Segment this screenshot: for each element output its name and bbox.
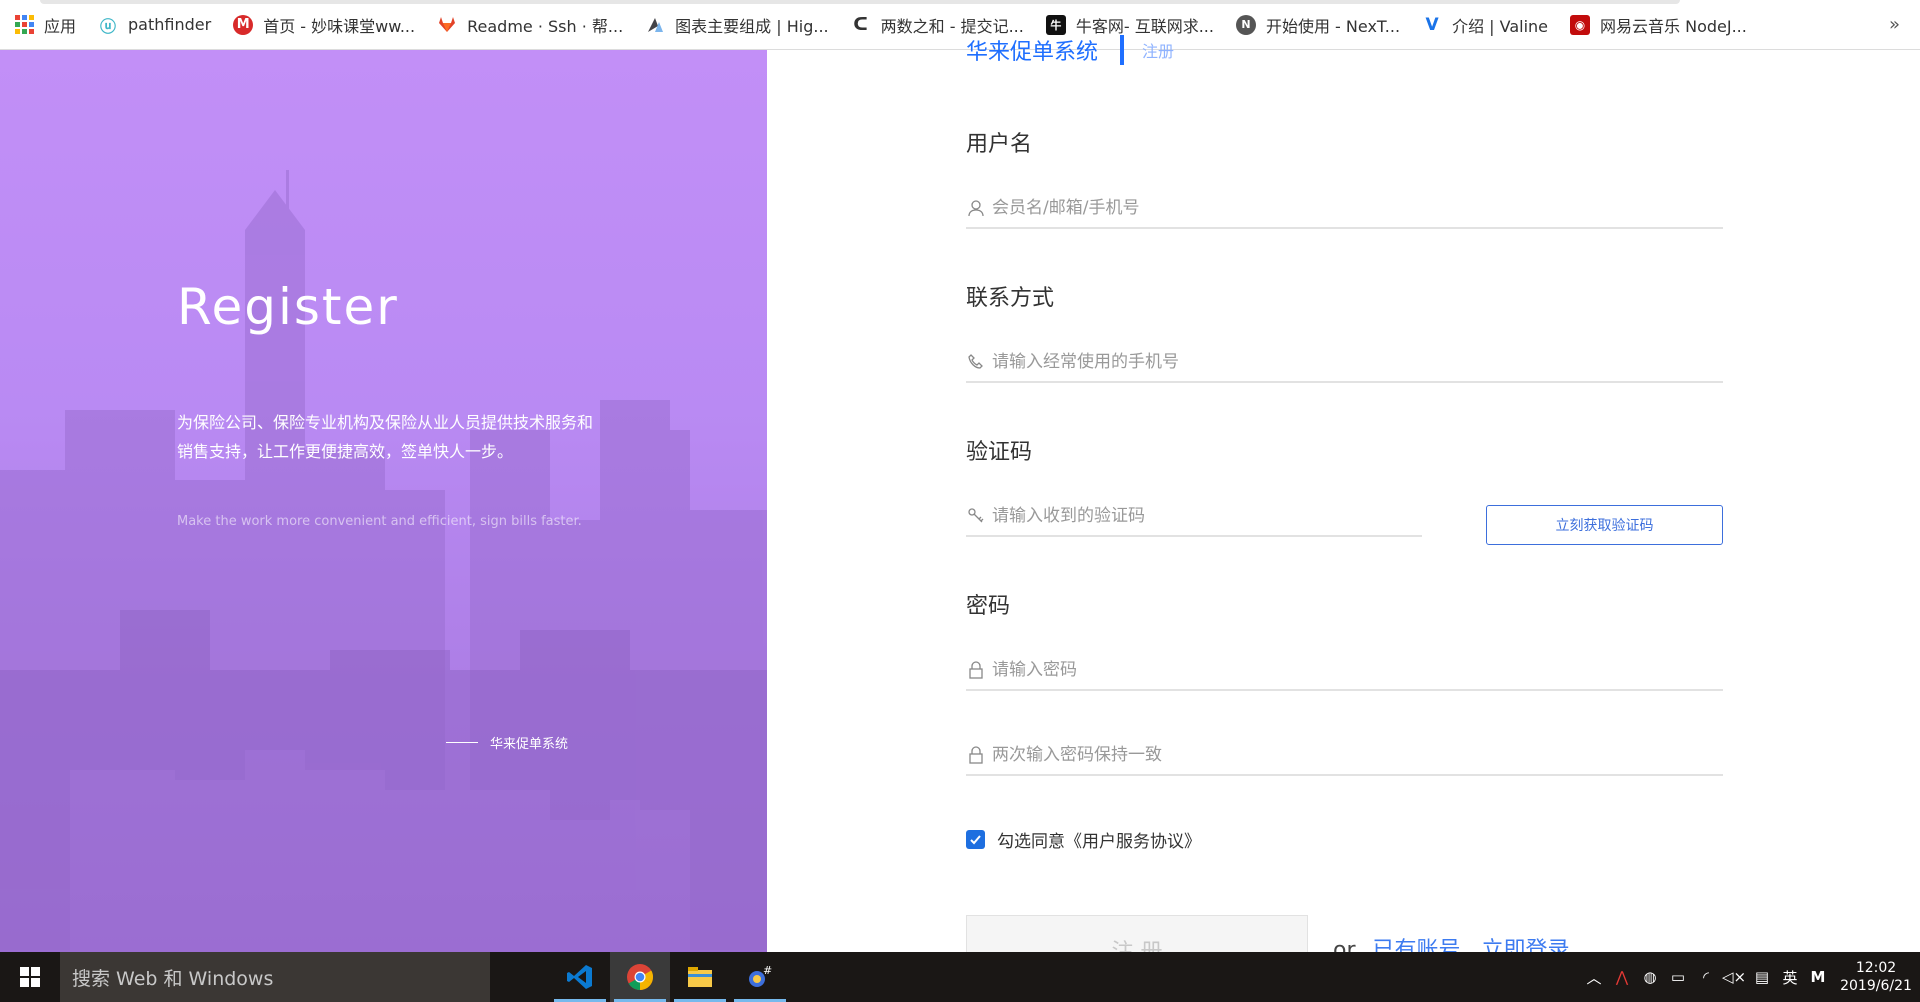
password-field: [966, 651, 1723, 691]
key-icon: [966, 506, 986, 526]
contact-label: 联系方式: [966, 286, 1055, 311]
netease-music-icon: ◉: [1570, 14, 1591, 35]
bookmark-label: Readme · Ssh · 帮...: [467, 16, 624, 36]
code-input[interactable]: [992, 506, 1422, 526]
bookmark-label: pathfinder: [128, 15, 212, 34]
taskbar-clock[interactable]: 12:02 2019/6/21: [1832, 959, 1920, 995]
phone-icon: [966, 352, 986, 372]
hero-description: 为保险公司、保险专业机构及保险从业人员提供技术服务和销售支持，让工作更便捷高效，…: [177, 413, 594, 461]
bookmark-label: 首页 - 妙味课堂ww...: [263, 16, 416, 36]
agreement-checkbox[interactable]: [966, 830, 985, 849]
bookmark-label: 图表主要组成 | Hig...: [675, 16, 829, 36]
taskbar-app-csharp-tool[interactable]: #: [730, 952, 790, 1002]
wifi-icon[interactable]: ◜: [1692, 952, 1720, 1002]
leetcode-icon: ᑕ: [853, 14, 868, 35]
hero-brand-name: 华来促单系统: [490, 737, 569, 752]
taskbar-search-text: 搜索 Web 和 Windows: [72, 967, 274, 990]
pathfinder-icon: ⓤ: [100, 16, 117, 36]
bookmark-netease-music[interactable]: ◉ 网易云音乐 NodeJ...: [1570, 13, 1747, 37]
nowcoder-icon: 牛: [1045, 14, 1066, 35]
chrome-icon: [627, 964, 654, 991]
hero-english-description: Make the work more convenient and effici…: [177, 514, 582, 529]
windows-taskbar: 搜索 Web 和 Windows # ︿ ⋀ ◍ ▭ ◜ ◁× ▤ 英 M 12…: [0, 952, 1920, 1002]
csharp-tool-icon: #: [749, 964, 772, 987]
bookmark-label: 应用: [44, 16, 77, 36]
brand-divider: [446, 742, 478, 743]
miaov-icon: M: [233, 14, 254, 35]
highcharts-icon: [645, 15, 665, 35]
form-header: 华来促单系统 注册: [966, 34, 1174, 66]
bookmark-label: 介绍 | Valine: [1452, 16, 1549, 36]
agreement-text[interactable]: 勾选同意《用户服务协议》: [997, 827, 1201, 852]
hero-title: Register: [177, 278, 399, 336]
agreement-row: 勾选同意《用户服务协议》: [966, 827, 1201, 852]
system-tray: ︿ ⋀ ◍ ▭ ◜ ◁× ▤ 英 M 12:02 2019/6/21: [1580, 952, 1920, 1002]
stock-app-icon[interactable]: ⋀: [1608, 952, 1636, 1002]
bookmark-pathfinder[interactable]: ⓤ pathfinder: [98, 15, 212, 36]
clock-time: 12:02: [1855, 960, 1897, 976]
start-button[interactable]: [0, 952, 60, 1002]
windows-logo-icon: [20, 967, 40, 987]
bookmark-apps[interactable]: 应用: [14, 13, 76, 37]
bookmark-next[interactable]: N 开始使用 - NexT...: [1235, 13, 1401, 37]
wechat-icon[interactable]: ◍: [1636, 952, 1664, 1002]
clock-date: 2019/6/21: [1840, 978, 1912, 994]
lock-icon: [966, 660, 986, 680]
username-field: [966, 189, 1723, 229]
ime-mode[interactable]: M: [1804, 952, 1832, 1002]
bookmark-gitlab[interactable]: Readme · Ssh · 帮...: [437, 13, 623, 37]
taskbar-app-vscode[interactable]: [550, 952, 610, 1002]
form-header-subtitle: 注册: [1142, 42, 1175, 61]
bookmark-label: 牛客网- 互联网求...: [1075, 16, 1214, 36]
confirm-password-field: [966, 736, 1723, 776]
password-input[interactable]: [992, 660, 1723, 680]
bookmark-label: 开始使用 - NexT...: [1265, 16, 1401, 36]
tab-strip-edge: [40, 0, 1680, 4]
next-icon: N: [1235, 14, 1256, 35]
volume-muted-icon[interactable]: ◁×: [1720, 952, 1748, 1002]
bookmark-nowcoder[interactable]: 牛 牛客网- 互联网求...: [1045, 13, 1214, 37]
city-skyline-image: [0, 170, 767, 952]
username-input[interactable]: [992, 198, 1723, 218]
username-label: 用户名: [966, 132, 1033, 157]
bookmark-label: 两数之和 - 提交记...: [880, 16, 1024, 36]
ime-language[interactable]: 英: [1776, 952, 1804, 1002]
taskbar-search-box[interactable]: 搜索 Web 和 Windows: [60, 952, 490, 1002]
form-header-title: 华来促单系统: [966, 40, 1099, 65]
bookmark-highcharts[interactable]: 图表主要组成 | Hig...: [645, 13, 829, 37]
code-field: [966, 497, 1422, 537]
file-explorer-icon: [688, 967, 712, 987]
apps-grid-icon: [14, 15, 34, 35]
taskbar-app-chrome[interactable]: [610, 952, 670, 1002]
hero-panel: Register 为保险公司、保险专业机构及保险从业人员提供技术服务和销售支持，…: [0, 50, 767, 952]
register-form: 华来促单系统 注册 用户名 联系方式 验证码 立刻获取验证码 密码: [966, 35, 1726, 975]
chevron-up-icon[interactable]: ︿: [1580, 952, 1608, 1002]
bookmark-miaov[interactable]: M 首页 - 妙味课堂ww...: [233, 13, 415, 37]
gitlab-icon: [437, 15, 457, 35]
confirm-password-input[interactable]: [992, 745, 1723, 765]
contact-field: [966, 343, 1723, 383]
bookmark-label: 网易云音乐 NodeJ...: [1600, 16, 1747, 36]
valine-icon: V: [1425, 14, 1439, 35]
hero-brand: 华来促单系统: [446, 733, 568, 752]
taskbar-app-file-explorer[interactable]: [670, 952, 730, 1002]
bookmarks-overflow-icon[interactable]: »: [1889, 14, 1900, 35]
contact-input[interactable]: [992, 352, 1723, 372]
battery-icon[interactable]: ▭: [1664, 952, 1692, 1002]
get-code-button[interactable]: 立刻获取验证码: [1486, 505, 1723, 545]
bookmark-leetcode[interactable]: ᑕ 两数之和 - 提交记...: [851, 13, 1024, 37]
vscode-icon: [567, 965, 592, 989]
notification-icon[interactable]: ▤: [1748, 952, 1776, 1002]
bookmark-valine[interactable]: V 介绍 | Valine: [1422, 13, 1548, 37]
password-label: 密码: [966, 594, 1011, 619]
user-icon: [966, 198, 986, 218]
bookmarks-bar: 应用 ⓤ pathfinder M 首页 - 妙味课堂ww... Readme …: [0, 0, 1920, 50]
lock-icon: [966, 745, 986, 765]
code-label: 验证码: [966, 440, 1033, 465]
svg-text:#: #: [763, 964, 772, 977]
header-divider: [1120, 35, 1125, 65]
